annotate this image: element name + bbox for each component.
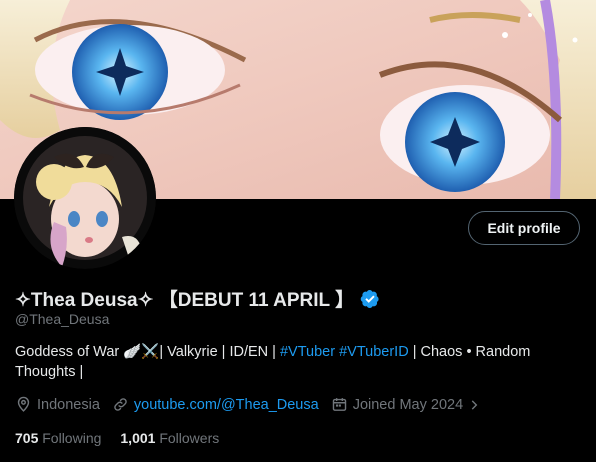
following-count: 705 xyxy=(15,430,39,446)
link-icon xyxy=(114,398,127,411)
profile-bio: Goddess of War 🪽⚔️| Valkyrie | ID/EN | #… xyxy=(15,342,580,382)
edit-profile-button[interactable]: Edit profile xyxy=(468,211,580,245)
followers-count: 1,001 xyxy=(120,430,156,446)
location-pin-icon xyxy=(17,396,30,412)
location-text: Indonesia xyxy=(37,396,100,413)
chevron-right-icon[interactable] xyxy=(467,398,481,412)
following-link[interactable]: 705 Following xyxy=(15,430,101,446)
profile-name-row: ✧Thea Deusa✧ 【DEBUT 11 APRIL 】 xyxy=(15,285,380,312)
profile-website[interactable]: youtube.com/@Thea_Deusa xyxy=(112,396,319,413)
hashtag-vtuberid-link[interactable]: #VTuberID xyxy=(339,344,409,360)
website-link[interactable]: youtube.com/@Thea_Deusa xyxy=(134,397,319,413)
profile-meta: Indonesia youtube.com/@Thea_Deusa Joined… xyxy=(15,396,498,413)
following-label: Following xyxy=(42,430,102,446)
profile-avatar[interactable] xyxy=(14,127,156,269)
profile-display-name: ✧Thea Deusa✧ 【DEBUT 11 APRIL 】 xyxy=(15,290,355,311)
profile-location: Indonesia xyxy=(15,396,100,413)
profile-handle: @Thea_Deusa xyxy=(15,311,110,327)
calendar-icon xyxy=(332,398,346,411)
avatar-artwork xyxy=(14,127,156,269)
hashtag-vtuber-link[interactable]: #VTuber xyxy=(280,344,335,360)
followers-link[interactable]: 1,001 Followers xyxy=(120,430,219,446)
joined-text: Joined May 2024 xyxy=(352,396,464,413)
followers-label: Followers xyxy=(159,430,220,446)
profile-stats: 705 Following 1,001 Followers xyxy=(15,430,219,446)
verified-badge-icon[interactable] xyxy=(360,289,380,309)
profile-joined[interactable]: Joined May 2024 xyxy=(331,396,486,413)
bio-text: Goddess of War 🪽⚔️| Valkyrie | ID/EN | xyxy=(15,344,280,360)
